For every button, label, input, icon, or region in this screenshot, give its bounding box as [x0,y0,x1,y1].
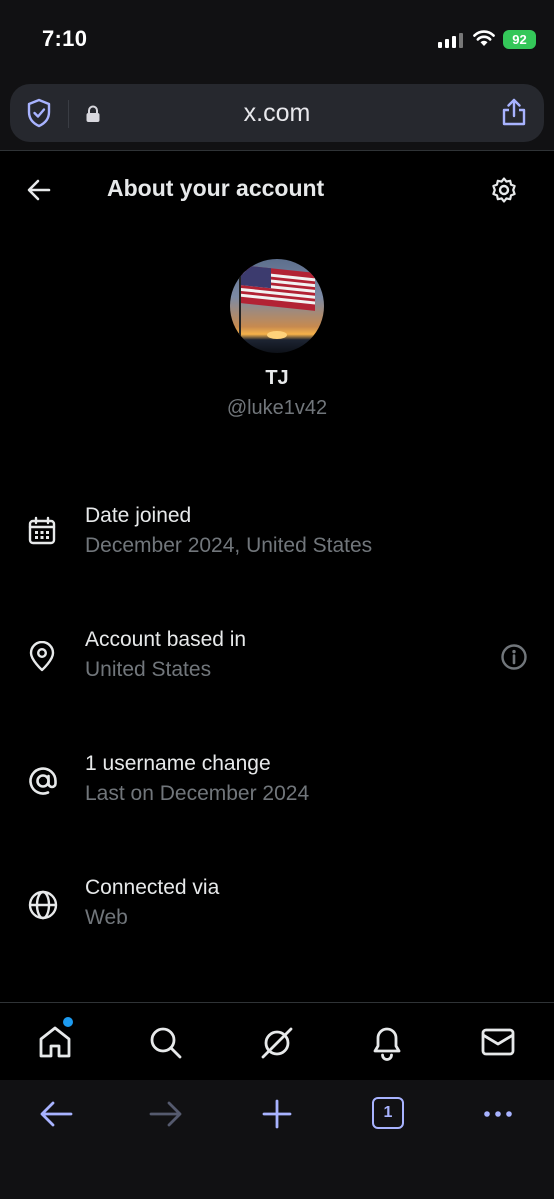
row-title-account-based-in: Account based in [85,628,247,651]
at-sign-icon [29,767,57,795]
cellular-signal-icon [438,32,463,48]
search-icon[interactable] [148,1025,184,1061]
page-title: About your account [107,175,325,201]
back-arrow-icon[interactable] [26,176,52,204]
row-title-date-joined: Date joined [85,504,192,527]
globe-icon [28,890,58,920]
url-text[interactable]: x.com [0,99,554,128]
avatar[interactable] [230,259,324,353]
username-handle: @luke1v42 [226,397,328,419]
gear-icon[interactable] [490,176,518,204]
display-name: TJ [265,367,289,389]
row-title-connected-via: Connected via [85,876,220,899]
mail-icon[interactable] [480,1026,516,1058]
calendar-icon [28,516,56,545]
row-subtitle-date-joined: December 2024, United States [85,534,373,557]
flag-sunset-picture [239,265,315,339]
info-icon[interactable] [500,643,528,671]
new-tab-plus-icon[interactable] [261,1098,293,1130]
row-subtitle-connected-via: Web [85,906,128,929]
tabs-button[interactable]: 1 [372,1097,404,1129]
share-icon[interactable] [500,97,528,127]
location-pin-icon [29,641,55,672]
wifi-icon [473,30,495,46]
browser-forward-icon [149,1101,182,1127]
row-subtitle-username-change: Last on December 2024 [85,782,310,805]
row-subtitle-account-based-in: United States [85,658,212,681]
more-options-icon[interactable] [482,1108,514,1120]
home-notification-dot [63,1017,73,1027]
status-time: 7:10 [42,26,88,51]
browser-back-icon[interactable] [38,1099,74,1129]
battery-indicator: 92 [503,30,536,49]
grok-icon[interactable] [258,1024,296,1062]
home-icon[interactable] [37,1024,73,1060]
row-title-username-change: 1 username change [85,752,271,775]
bell-icon[interactable] [369,1023,405,1061]
